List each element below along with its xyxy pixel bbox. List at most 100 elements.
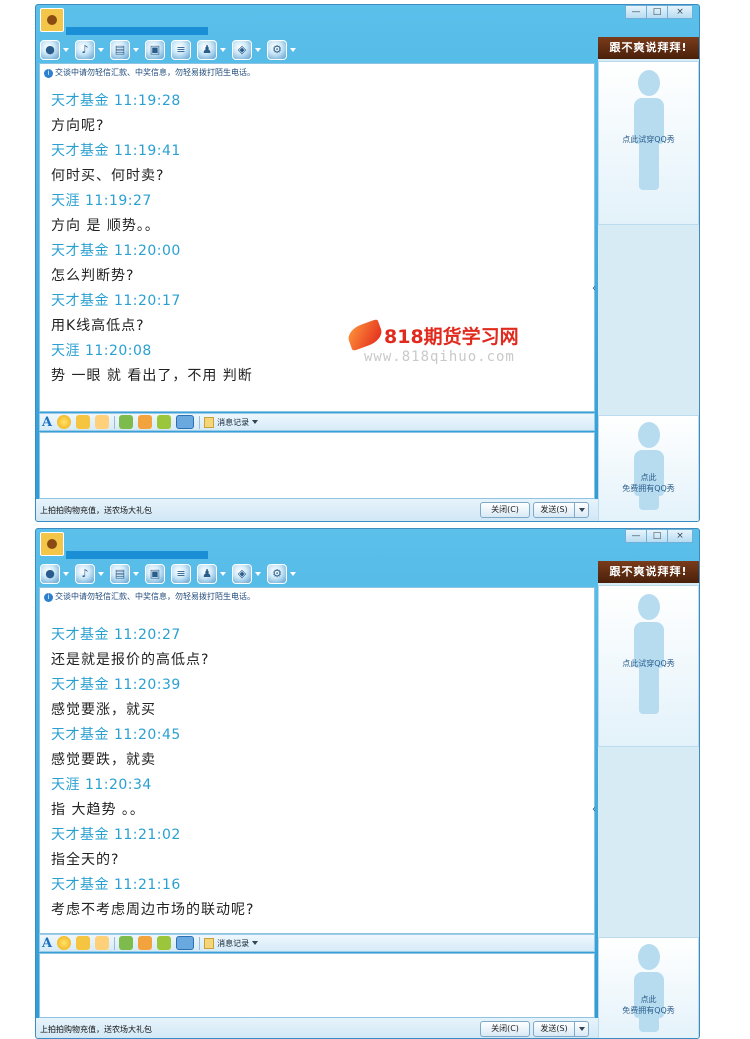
- clipboard-icon[interactable]: [157, 415, 172, 429]
- close-button[interactable]: 关闭(C): [480, 1021, 530, 1037]
- message-item: 天涯 11:20:08 势 一眼 就 看出了，不用 判断: [51, 341, 253, 391]
- message-input[interactable]: [39, 432, 595, 499]
- send-button[interactable]: 发送(S): [533, 502, 575, 518]
- send-file-icon: ▤: [110, 564, 130, 584]
- chevron-down-icon[interactable]: [255, 572, 261, 576]
- promo-link[interactable]: 上拍拍购物充值，送农场大礼包: [40, 1024, 152, 1035]
- app-button[interactable]: ≡: [171, 40, 191, 60]
- send-button[interactable]: 发送(S): [533, 1021, 575, 1037]
- title-bar[interactable]: — □ ×: [36, 529, 699, 561]
- share-screen-button[interactable]: ◈: [232, 564, 261, 584]
- security-notice-text: 交谈中请勿轻信汇款、中奖信息，勿轻易拨打陌生电话。: [55, 68, 255, 77]
- emoji-icon[interactable]: [57, 415, 72, 429]
- watermark-logo-icon: [345, 318, 385, 352]
- shake-icon[interactable]: [95, 415, 110, 429]
- screenshot-icon[interactable]: [176, 936, 195, 950]
- shake-icon[interactable]: [95, 936, 110, 950]
- message-history-button[interactable]: 消息记录: [204, 416, 259, 428]
- magic-emoticon-icon[interactable]: [76, 415, 91, 429]
- collapse-panel-icon[interactable]: ‹: [592, 283, 596, 294]
- font-icon[interactable]: A: [42, 415, 52, 430]
- video-call-button[interactable]: ●: [40, 564, 69, 584]
- group-button[interactable]: ♟: [197, 564, 226, 584]
- remote-assist-button[interactable]: ▣: [145, 564, 165, 584]
- message-input[interactable]: [39, 953, 595, 1018]
- chevron-down-icon[interactable]: [133, 48, 139, 52]
- watermark-url: www.818qihuo.com: [364, 349, 515, 365]
- qq-show-try-link[interactable]: 点此试穿QQ秀: [599, 658, 698, 669]
- message-history[interactable]: i 交谈中请勿轻信汇款、中奖信息，勿轻易拨打陌生电话。 天才基金 11:20:27…: [39, 587, 595, 934]
- magic-emoticon-icon[interactable]: [76, 936, 91, 950]
- ad-banner[interactable]: 跟不爽说拜拜!: [598, 37, 699, 59]
- settings-button[interactable]: ⚙: [267, 40, 296, 60]
- message-header: 天才基金 11:21:16: [51, 877, 181, 893]
- share-screen-button[interactable]: ◈: [232, 40, 261, 60]
- music-icon[interactable]: [138, 415, 153, 429]
- group-icon: ♟: [197, 564, 217, 584]
- message-history[interactable]: i 交谈中请勿轻信汇款、中奖信息，勿轻易拨打陌生电话。 天才基金 11:19:28…: [39, 63, 595, 412]
- chevron-down-icon[interactable]: [63, 572, 69, 576]
- divider: [114, 415, 116, 429]
- send-image-icon[interactable]: [119, 936, 134, 950]
- font-icon[interactable]: A: [42, 936, 52, 951]
- send-file-button[interactable]: ▤: [110, 40, 139, 60]
- contact-avatar[interactable]: [40, 8, 64, 32]
- screenshot-icon[interactable]: [176, 415, 195, 429]
- remote-assist-button[interactable]: ▣: [145, 40, 165, 60]
- group-button[interactable]: ♟: [197, 40, 226, 60]
- emoji-icon[interactable]: [57, 936, 72, 950]
- close-window-button[interactable]: ×: [667, 5, 693, 19]
- qq-show-self[interactable]: 点此 免费拥有QQ秀: [598, 415, 699, 521]
- maximize-button[interactable]: □: [646, 529, 668, 543]
- contact-avatar[interactable]: [40, 532, 64, 556]
- qq-show-free-link[interactable]: 点此 免费拥有QQ秀: [599, 472, 698, 494]
- message-history-button[interactable]: 消息记录: [204, 937, 259, 949]
- qq-show-contact[interactable]: 点此试穿QQ秀: [598, 585, 699, 747]
- ad-banner[interactable]: 跟不爽说拜拜!: [598, 561, 699, 583]
- settings-button[interactable]: ⚙: [267, 564, 296, 584]
- clipboard-icon[interactable]: [157, 936, 172, 950]
- minimize-button[interactable]: —: [625, 5, 647, 19]
- chevron-down-icon[interactable]: [255, 48, 261, 52]
- minimize-button[interactable]: —: [625, 529, 647, 543]
- voice-call-button[interactable]: ♪: [75, 564, 104, 584]
- message-item: 天涯 11:19:27 方向 是 顺势。。: [51, 191, 253, 241]
- send-options-button[interactable]: [574, 502, 589, 518]
- app-button[interactable]: ≡: [171, 564, 191, 584]
- chevron-down-icon[interactable]: [290, 572, 296, 576]
- chevron-down-icon[interactable]: [133, 572, 139, 576]
- collapse-panel-icon[interactable]: ‹: [592, 804, 596, 815]
- chevron-down-icon[interactable]: [220, 572, 226, 576]
- promo-link[interactable]: 上拍拍购物充值，送农场大礼包: [40, 505, 152, 516]
- chevron-down-icon[interactable]: [98, 48, 104, 52]
- share-screen-icon: ◈: [232, 564, 252, 584]
- security-notice: i 交谈中请勿轻信汇款、中奖信息，勿轻易拨打陌生电话。: [44, 591, 255, 602]
- chat-toolbar: ● ♪ ▤ ▣ ≡ ♟ ◈ ⚙: [36, 561, 598, 587]
- send-image-icon[interactable]: [119, 415, 134, 429]
- qq-show-self[interactable]: 点此 免费拥有QQ秀: [598, 937, 699, 1038]
- send-file-button[interactable]: ▤: [110, 564, 139, 584]
- info-icon: i: [44, 69, 53, 78]
- qq-show-try-link[interactable]: 点此试穿QQ秀: [599, 134, 698, 145]
- video-call-button[interactable]: ●: [40, 40, 69, 60]
- qq-show-contact[interactable]: 点此试穿QQ秀: [598, 61, 699, 225]
- window-controls: — □ ×: [625, 5, 693, 19]
- chevron-down-icon[interactable]: [220, 48, 226, 52]
- avatar-silhouette-icon: [633, 70, 664, 190]
- history-icon: [204, 937, 215, 949]
- message-header: 天涯 11:20:34: [51, 777, 152, 793]
- chevron-down-icon[interactable]: [98, 572, 104, 576]
- maximize-button[interactable]: □: [646, 5, 668, 19]
- avatar-silhouette-icon: [633, 422, 664, 510]
- bottom-bar: 上拍拍购物充值，送农场大礼包 关闭(C) 发送(S): [36, 499, 598, 521]
- send-options-button[interactable]: [574, 1021, 589, 1037]
- close-window-button[interactable]: ×: [667, 529, 693, 543]
- qq-show-free-link[interactable]: 点此 免费拥有QQ秀: [599, 994, 698, 1016]
- voice-call-button[interactable]: ♪: [75, 40, 104, 60]
- chevron-down-icon[interactable]: [290, 48, 296, 52]
- chevron-down-icon[interactable]: [63, 48, 69, 52]
- title-bar[interactable]: — □ ×: [36, 5, 699, 37]
- close-button[interactable]: 关闭(C): [480, 502, 530, 518]
- music-icon[interactable]: [138, 936, 153, 950]
- app-icon: ≡: [171, 40, 191, 60]
